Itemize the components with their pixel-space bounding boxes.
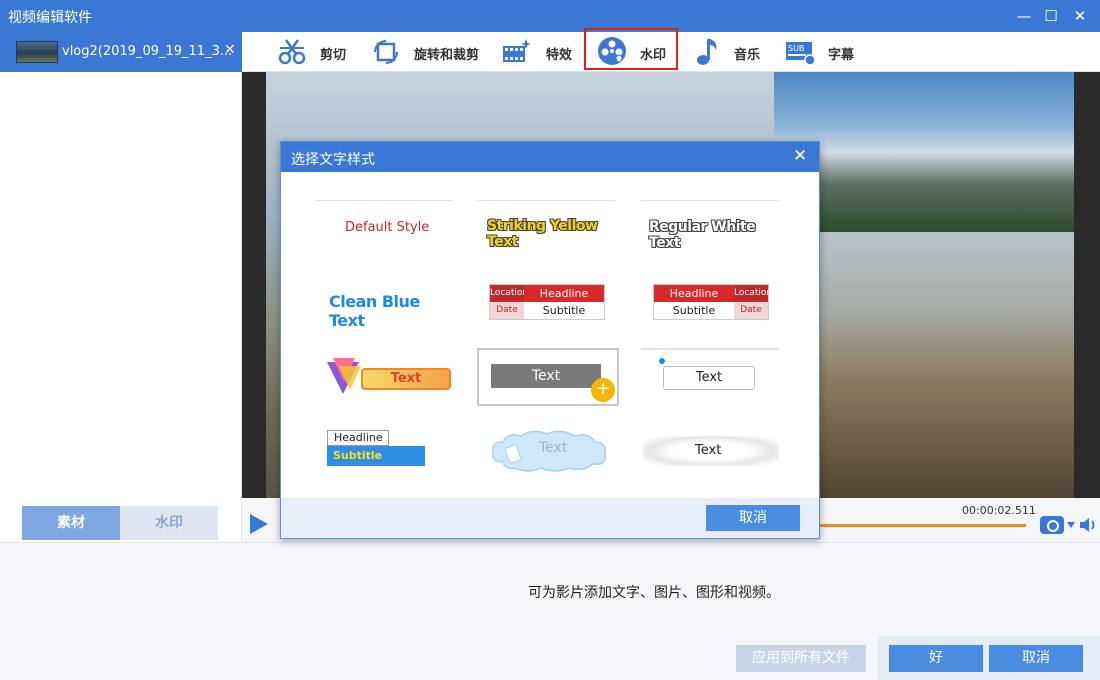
style-cloud-text[interactable]: Text	[477, 424, 621, 484]
subtitle-tag: Subtitle	[672, 304, 716, 317]
info-text: 可为影片添加文字、图片、图形和视频。	[528, 585, 780, 601]
subtitle-tag: Subtitle	[542, 304, 586, 317]
subtitle-icon: SUB	[786, 42, 816, 66]
edit-toolbar: 剪切 旋转和裁剪 特效 水印 音乐 SUB 字幕	[242, 28, 1100, 72]
style-default-label: Default Style	[345, 220, 430, 235]
close-button[interactable]: ✕	[1068, 4, 1092, 28]
volume-icon[interactable]	[1078, 516, 1098, 534]
location-tag: Location	[490, 285, 528, 302]
text-style-dialog: 选择文字样式 ✕ Default Style Striking Yellow T…	[280, 141, 820, 539]
watermark-icon	[598, 37, 626, 65]
tool-music-label: 音乐	[734, 48, 761, 63]
tool-cut-label: 剪切	[320, 48, 347, 63]
divider	[477, 200, 615, 201]
dialog-cancel-button[interactable]: 取消	[706, 505, 800, 531]
media-list-panel	[0, 72, 242, 542]
style-striking-yellow-label: Striking Yellow Text	[487, 218, 598, 250]
dialog-header: 选择文字样式 ✕	[281, 142, 819, 172]
news-card: Location Headline Date Subtitle	[489, 284, 605, 320]
brush-text: Text	[695, 443, 722, 458]
add-icon[interactable]: +	[591, 378, 615, 402]
style-badge-text[interactable]: Text	[315, 348, 459, 408]
window-title: 视频编辑软件	[8, 10, 92, 26]
location-tag: Location	[734, 285, 772, 302]
music-icon	[697, 39, 717, 65]
dialog-close-icon[interactable]: ✕	[793, 146, 807, 166]
snapshot-camera-icon[interactable]	[1040, 516, 1064, 534]
style-headline-subtitle[interactable]: Headline Subtitle	[315, 424, 459, 484]
divider	[641, 348, 779, 350]
tool-subtitle[interactable]: SUB 字幕	[784, 32, 864, 72]
tab-material[interactable]: 素材	[22, 506, 120, 540]
effects-icon	[503, 39, 531, 62]
apply-all-button[interactable]: 应用到所有文件	[736, 645, 866, 672]
style-news-left[interactable]: Location Headline Date Subtitle	[477, 276, 621, 336]
tool-subtitle-label: 字幕	[828, 48, 855, 63]
minimize-button[interactable]: —	[1012, 4, 1036, 28]
style-gray-box-selected[interactable]: Text +	[477, 348, 619, 406]
white-box-text: Text	[663, 366, 755, 390]
play-icon[interactable]	[250, 514, 268, 534]
style-regular-white-label: Regular White Text	[649, 219, 756, 251]
chevron-down-icon[interactable]	[1067, 522, 1075, 528]
subtitle-label: Subtitle	[327, 446, 425, 466]
timecode: 00:00:02.511	[962, 504, 1036, 517]
style-default[interactable]: Default Style	[315, 200, 459, 260]
divider	[641, 200, 779, 201]
headline-tag: Headline	[654, 285, 734, 302]
file-close-icon[interactable]: ✕	[224, 42, 236, 58]
file-tab[interactable]: vlog2(2019_09_19_11_3... ✕	[0, 32, 242, 72]
badge-text-box: Text	[361, 368, 451, 390]
triangle-badge-icon	[327, 358, 361, 394]
dot-icon	[659, 358, 665, 364]
tool-music[interactable]: 音乐	[692, 32, 768, 72]
cancel-button[interactable]: 取消	[989, 645, 1083, 672]
file-name: vlog2(2019_09_19_11_3...	[62, 44, 233, 59]
style-white-box[interactable]: Text	[641, 348, 785, 408]
video-thumbnail	[16, 41, 58, 63]
news-card: Headline Location Subtitle Date	[653, 284, 772, 320]
style-striking-yellow[interactable]: Striking Yellow Text	[477, 200, 621, 260]
tool-rotate-crop-label: 旋转和裁剪	[414, 48, 480, 63]
headline-label: Headline	[327, 430, 389, 446]
tool-effects-label: 特效	[546, 48, 573, 63]
tool-watermark-label: 水印	[640, 48, 667, 63]
style-regular-white[interactable]: Regular White Text	[641, 200, 785, 260]
svg-text:SUB: SUB	[788, 44, 804, 53]
maximize-button[interactable]: ☐	[1039, 4, 1063, 28]
style-news-right[interactable]: Headline Location Subtitle Date	[641, 276, 785, 336]
date-tag: Date	[490, 302, 524, 319]
style-clean-blue-label: Clean Blue Text	[329, 292, 420, 330]
title-bar: 视频编辑软件 — ☐ ✕	[0, 0, 1100, 32]
date-tag: Date	[734, 302, 768, 319]
tool-effects[interactable]: 特效	[500, 32, 576, 72]
headline-tag: Headline	[524, 285, 604, 302]
ok-button[interactable]: 好	[889, 645, 983, 672]
style-brush-text[interactable]: Text	[641, 424, 785, 484]
style-clean-blue[interactable]: Clean Blue Text	[315, 276, 459, 336]
gray-box-text: Text	[491, 364, 601, 388]
crop-rotate-icon	[374, 40, 398, 64]
dialog-title: 选择文字样式	[291, 152, 375, 168]
cloud-text: Text	[539, 440, 568, 456]
tool-cut[interactable]: 剪切	[276, 32, 356, 72]
tab-watermark[interactable]: 水印	[120, 506, 218, 540]
scissors-icon	[278, 39, 306, 65]
divider	[315, 200, 453, 201]
tool-rotate-crop[interactable]: 旋转和裁剪	[370, 32, 482, 72]
left-tabs: 素材 水印	[22, 506, 218, 540]
tool-watermark[interactable]: 水印	[584, 28, 678, 70]
